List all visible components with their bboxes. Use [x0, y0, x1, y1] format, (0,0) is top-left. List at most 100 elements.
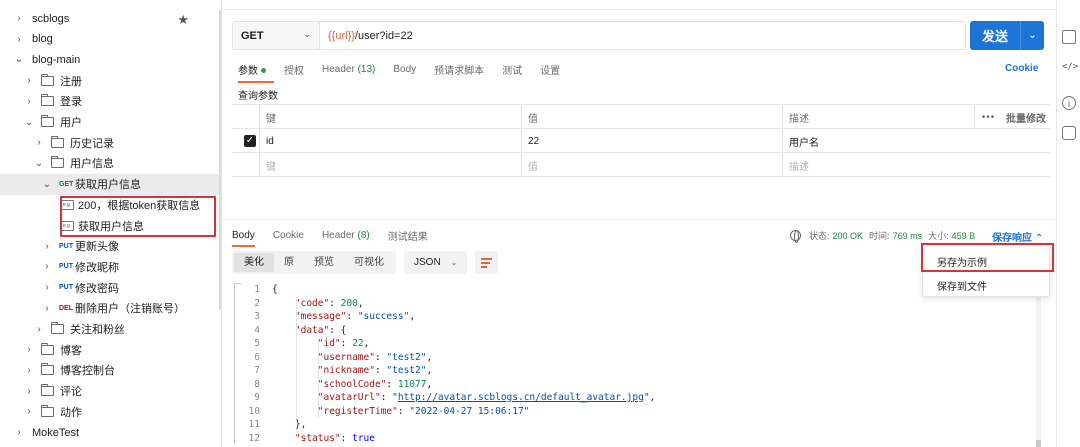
- param-value-cell[interactable]: 22: [521, 129, 782, 153]
- pane-divider[interactable]: [222, 219, 1056, 220]
- format-option-3[interactable]: 可视化: [344, 253, 394, 272]
- chevron-right-icon[interactable]: ›: [14, 13, 24, 24]
- format-option-1[interactable]: 原: [274, 253, 304, 272]
- code-line: 2 "code": 200,: [232, 297, 1032, 311]
- request-tab-3[interactable]: Body: [393, 64, 416, 75]
- send-button[interactable]: 发送 ⌄: [970, 21, 1044, 50]
- request-tab-6[interactable]: 设置: [540, 62, 560, 77]
- chevron-down-icon[interactable]: ⌄: [34, 158, 44, 169]
- info-icon[interactable]: i: [1062, 96, 1076, 110]
- chevron-right-icon[interactable]: ›: [24, 344, 34, 355]
- code-token[interactable]: http://avatar.scblogs.cn/default_avatar.…: [398, 392, 644, 403]
- format-option-0[interactable]: 美化: [234, 253, 274, 272]
- code-snippet-icon[interactable]: </>: [1062, 60, 1078, 74]
- param-desc-cell[interactable]: 用户名: [782, 129, 974, 153]
- sidebar-item-folder-19[interactable]: › 动作: [0, 401, 219, 422]
- send-options-chevron-icon[interactable]: ⌄: [1021, 30, 1044, 41]
- request-tab-4[interactable]: 预请求脚本: [434, 62, 484, 77]
- code-line: 5 "id": 22,: [232, 337, 1032, 351]
- response-tab-3[interactable]: 测试结果: [388, 228, 428, 243]
- bulk-edit-link[interactable]: 批量修改: [1002, 105, 1050, 129]
- sidebar-item-label: blog: [32, 33, 53, 46]
- wrap-lines-icon[interactable]: [475, 251, 499, 274]
- cookie-link[interactable]: Cookie: [1005, 63, 1038, 74]
- save-response-button[interactable]: 保存响应 ⌃: [992, 229, 1043, 244]
- code-token: },: [272, 419, 307, 430]
- new-desc-input[interactable]: 描述: [782, 153, 974, 177]
- documentation-icon[interactable]: [1062, 30, 1076, 44]
- code-scrollbar-thumb[interactable]: [1036, 440, 1041, 447]
- code-token: :: [374, 365, 387, 376]
- method-select[interactable]: GET ⌄: [233, 22, 320, 49]
- code-scrollbar[interactable]: [1036, 285, 1041, 445]
- sidebar-item-request-8[interactable]: ⌄ GET 获取用户信息: [0, 173, 219, 195]
- chevron-down-icon[interactable]: ⌄: [42, 179, 52, 190]
- request-tab-5[interactable]: 测试: [502, 62, 522, 77]
- menu-item-save-to-file[interactable]: 保存到文件: [937, 278, 987, 293]
- sidebar-item-collection-0[interactable]: › scblogs ★: [0, 8, 219, 29]
- response-tab-0[interactable]: Body: [232, 230, 255, 247]
- code-token: :: [380, 392, 393, 403]
- chevron-right-icon[interactable]: ›: [42, 241, 52, 252]
- comments-icon[interactable]: [1062, 126, 1076, 140]
- sidebar-item-folder-5[interactable]: ⌄ 用户: [0, 112, 219, 133]
- sidebar-item-collection-1[interactable]: › blog: [0, 29, 219, 50]
- sidebar-item-collection-2[interactable]: ⌄ blog-main: [0, 49, 219, 70]
- sidebar-item-request-14[interactable]: › DEL 删除用户（注销账号）: [0, 298, 219, 319]
- chevron-down-icon[interactable]: ⌄: [14, 54, 24, 65]
- new-value-input[interactable]: 值: [521, 153, 782, 177]
- chevron-right-icon[interactable]: ›: [42, 261, 52, 272]
- sidebar-item-folder-3[interactable]: › 注册: [0, 70, 219, 91]
- new-key-input[interactable]: 键: [259, 153, 521, 177]
- sidebar-item-folder-16[interactable]: › 博客: [0, 339, 219, 360]
- tab-label: 参数: [238, 65, 258, 77]
- sidebar-item-folder-4[interactable]: › 登录: [0, 91, 219, 112]
- sidebar-item-folder-17[interactable]: › 博客控制台: [0, 360, 219, 381]
- more-options-icon[interactable]: •••: [974, 105, 1002, 129]
- chevron-right-icon[interactable]: ›: [24, 75, 34, 86]
- chevron-right-icon[interactable]: ›: [24, 365, 34, 376]
- sidebar-item-label: 更新头像: [75, 241, 119, 254]
- response-tab-1[interactable]: Cookie: [273, 230, 304, 241]
- method-badge: PUT: [59, 263, 73, 271]
- chevron-right-icon[interactable]: ›: [24, 406, 34, 417]
- chevron-down-icon[interactable]: ⌄: [24, 117, 34, 128]
- sidebar-item-request-13[interactable]: › PUT 修改密码: [0, 277, 219, 298]
- sidebar-item-folder-15[interactable]: › 关注和粉丝: [0, 319, 219, 340]
- chevron-right-icon[interactable]: ›: [34, 137, 44, 148]
- chevron-right-icon[interactable]: ›: [24, 386, 34, 397]
- response-body-code[interactable]: 1{2 "code": 200, 3 "message": "success", 4…: [232, 283, 1032, 445]
- size-label: 大小:: [928, 231, 949, 241]
- table-row: ✓ id 22 用户名: [232, 129, 1050, 153]
- sidebar-item-folder-7[interactable]: ⌄ 用户信息: [0, 153, 219, 174]
- code-line: 12 "status": true: [232, 432, 1032, 446]
- url-input[interactable]: {{url}}/user?id=22: [320, 22, 965, 49]
- param-key-cell[interactable]: id: [259, 129, 521, 153]
- code-text: },: [272, 418, 306, 432]
- line-number: 8: [254, 378, 260, 390]
- code-line: 7 "nickname": "test2",: [232, 364, 1032, 378]
- sidebar-item-collection-20[interactable]: › MokeTest: [0, 422, 219, 443]
- chevron-right-icon[interactable]: ›: [14, 34, 24, 45]
- language-select[interactable]: JSON ⌄: [404, 251, 468, 274]
- chevron-right-icon[interactable]: ›: [42, 303, 52, 314]
- sidebar-item-folder-6[interactable]: › 历史记录: [0, 132, 219, 153]
- chevron-right-icon[interactable]: ›: [34, 324, 44, 335]
- request-tab-1[interactable]: 授权: [284, 62, 304, 77]
- globe-icon[interactable]: [790, 230, 801, 243]
- chevron-right-icon[interactable]: ›: [14, 427, 24, 438]
- sidebar-item-request-11[interactable]: › PUT 更新头像: [0, 236, 219, 257]
- sidebar-item-folder-18[interactable]: › 评论: [0, 381, 219, 402]
- format-option-2[interactable]: 预览: [304, 253, 344, 272]
- request-tab-0[interactable]: 参数: [238, 62, 274, 83]
- star-icon[interactable]: ★: [177, 12, 189, 28]
- response-tab-2[interactable]: Header (8): [322, 230, 370, 241]
- chevron-right-icon[interactable]: ›: [24, 96, 34, 107]
- chevron-right-icon[interactable]: ›: [42, 282, 52, 293]
- param-checkbox[interactable]: ✓: [244, 135, 256, 147]
- sidebar-item-request-12[interactable]: › PUT 修改昵称: [0, 256, 219, 277]
- request-tab-2[interactable]: Header (13): [322, 64, 375, 75]
